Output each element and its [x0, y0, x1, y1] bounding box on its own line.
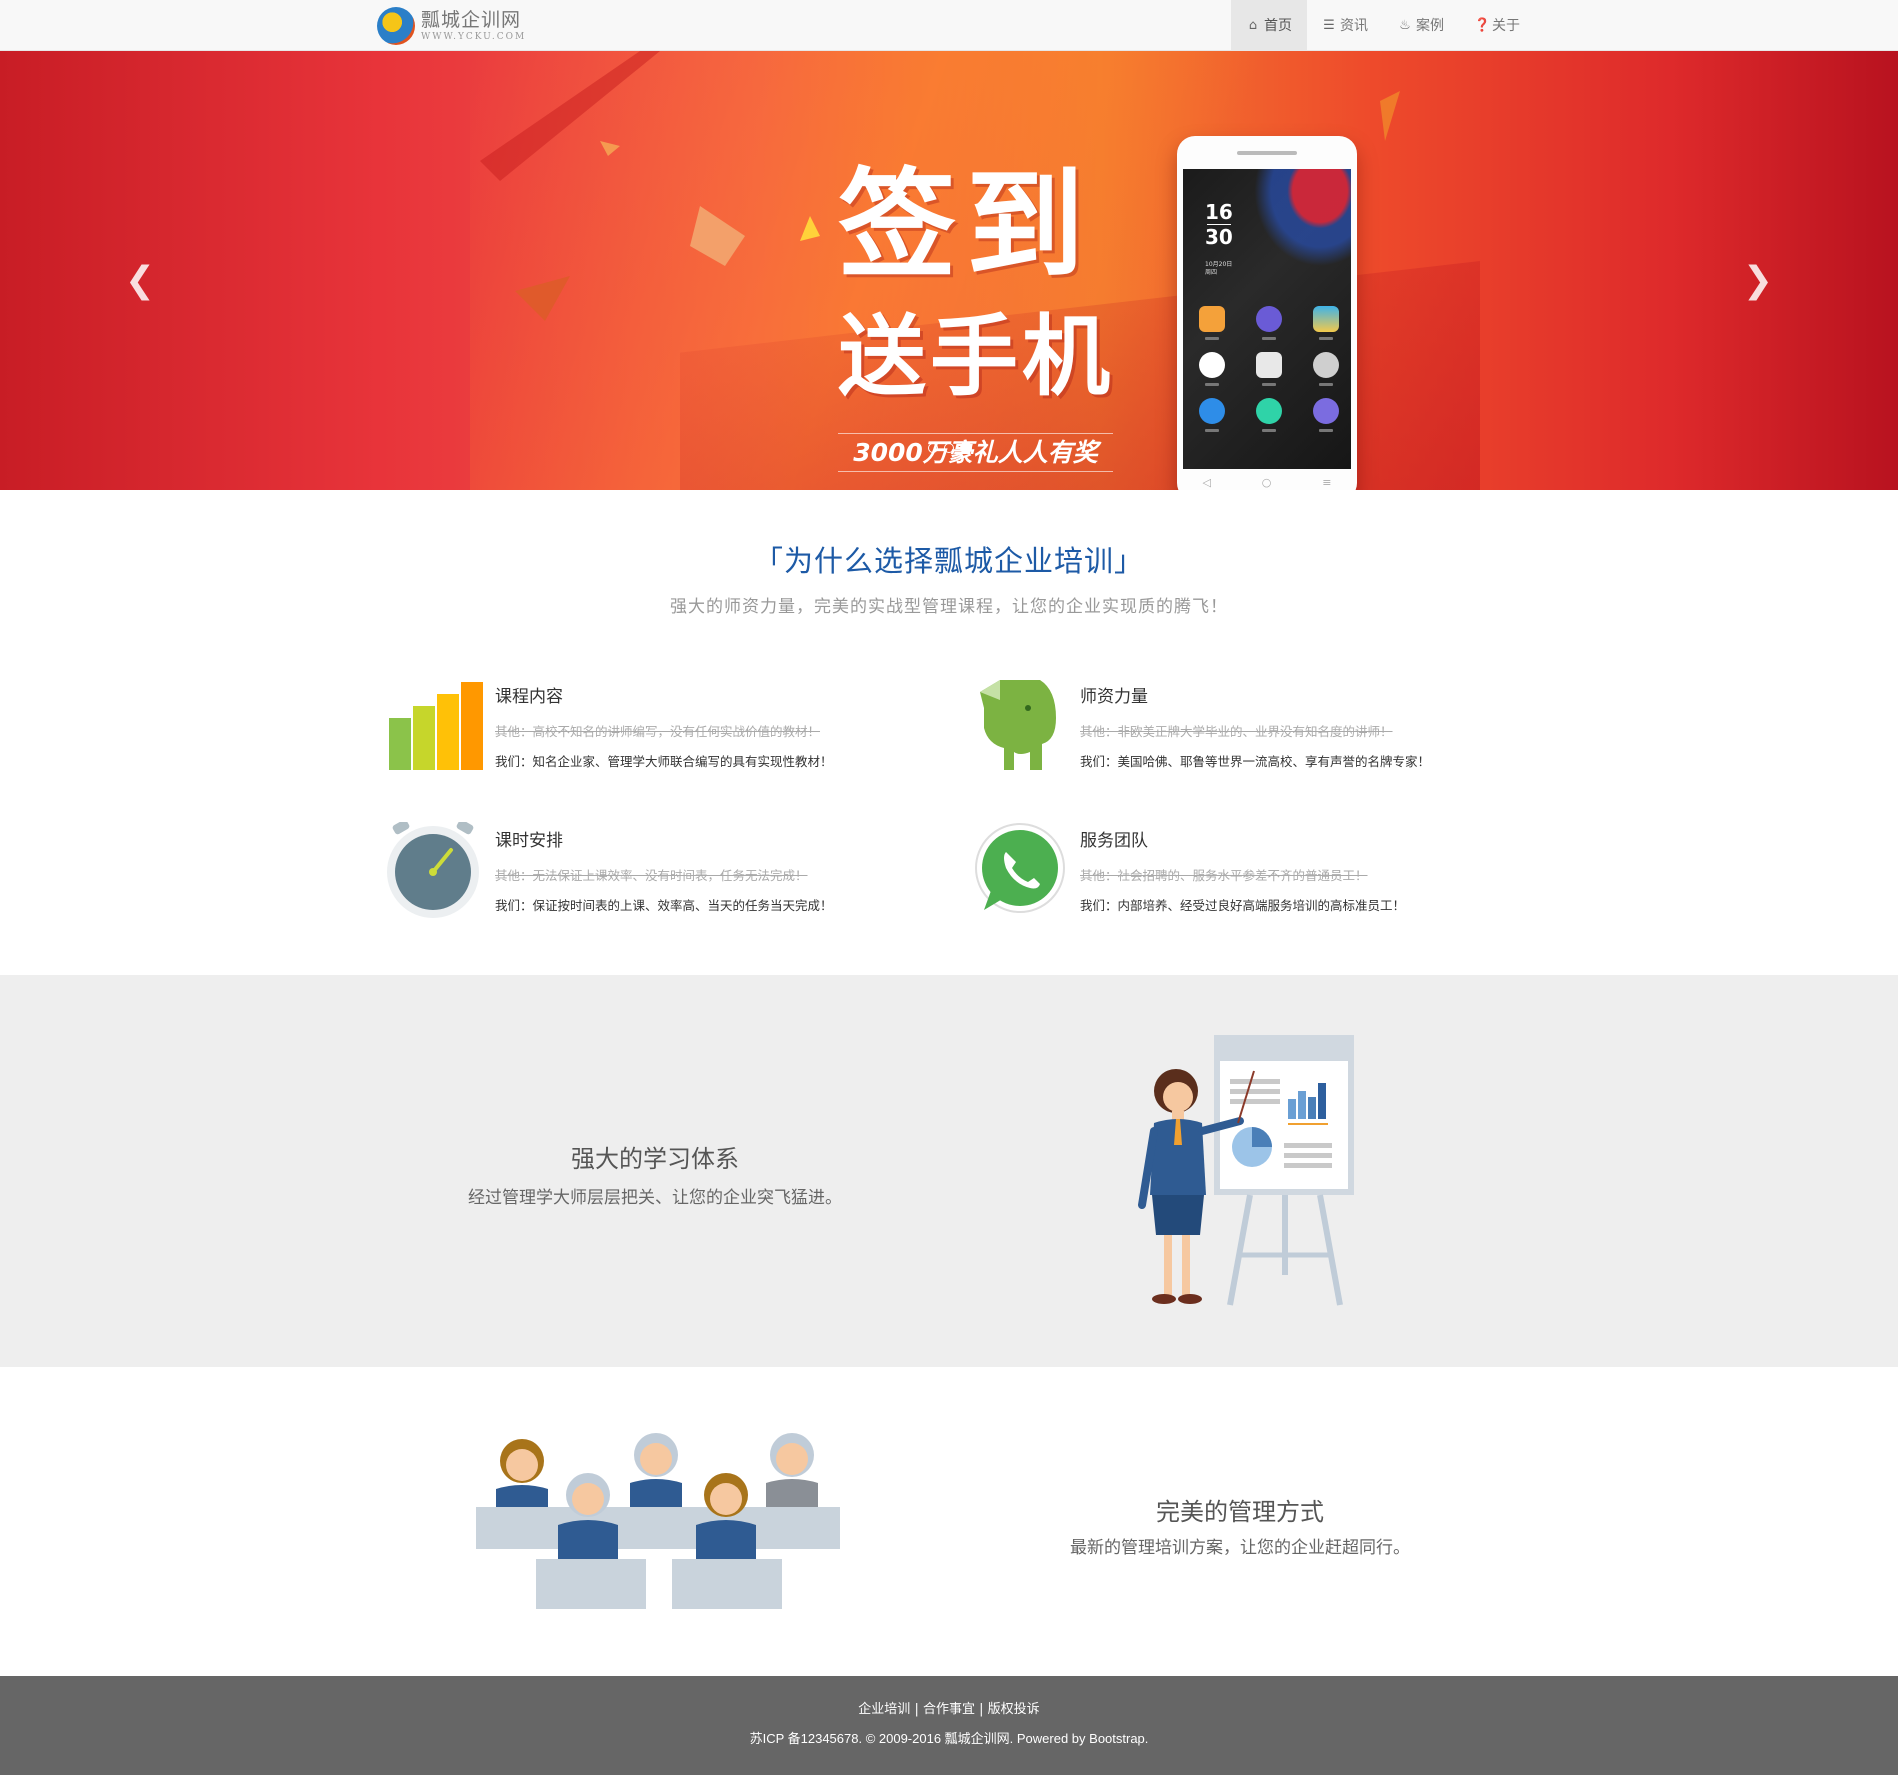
management-subtitle: 最新的管理培训方案，让您的企业赶超同行。 — [1070, 1538, 1410, 1558]
home-icon: ⌂ — [1248, 17, 1258, 33]
desk-front-right — [672, 1559, 782, 1609]
desk-front-left — [536, 1559, 646, 1609]
phone-illustration: 16 30 10月20日 周四 ◁ ○ ≡ — [1177, 136, 1357, 490]
agent-back-right — [766, 1433, 818, 1515]
list-icon: ☰ — [1323, 17, 1335, 33]
nav-item-cases[interactable]: ♨ 案例 — [1383, 0, 1459, 50]
app-grid — [1199, 306, 1339, 432]
feature-ours-text: 我们：美国哈佛、耶鲁等世界一流高校、享有声誉的名牌专家！ — [1080, 754, 1431, 769]
why-section-title: 「为什么选择瓢城企业培训」 — [753, 544, 1144, 578]
stopwatch-icon — [387, 822, 479, 918]
question-circle-icon: ❓ — [1474, 17, 1491, 33]
hero-carousel: ❮ ❯ 签到 送手机 3000万豪礼人人有奖 16 30 10月20日 周四 ◁… — [0, 51, 1898, 490]
brand-subtitle: WWW.YCKU.COM — [421, 31, 527, 42]
browser-app-icon — [1313, 398, 1339, 432]
phone-clock-minute: 30 — [1205, 225, 1233, 249]
feature-title: 师资力量 — [1080, 687, 1148, 707]
footer-link-training[interactable]: 企业培训 — [858, 1702, 910, 1717]
clock-app-icon — [1199, 352, 1225, 386]
feature-others-text: 其他：社会招聘的、服务水平参差不齐的普通员工！ — [1080, 868, 1368, 883]
gallery-app-icon — [1313, 306, 1339, 340]
phone-app-icon — [1199, 398, 1225, 432]
navbar: 瓢城企训网 WWW.YCKU.COM ⌂ 首页 ☰ 资讯 ♨ 案例 ❓ 关于 — [0, 0, 1898, 51]
brand-logo-icon — [377, 7, 415, 45]
chevron-left-icon: ❮ — [124, 260, 156, 301]
phone-date: 10月20日 周四 — [1205, 261, 1232, 278]
footer: 企业培训 | 合作事宜 | 版权投诉 苏ICP 备12345678. © 200… — [0, 1676, 1898, 1775]
nav-item-label: 案例 — [1416, 18, 1444, 34]
learning-system-subtitle: 经过管理学大师层层把关、让您的企业突飞猛进。 — [468, 1188, 842, 1208]
nav-item-label: 关于 — [1492, 18, 1520, 34]
footer-links: 企业培训 | 合作事宜 | 版权投诉 — [0, 1698, 1898, 1717]
home-button-icon: ○ — [1261, 476, 1272, 489]
phone-weekday: 周四 — [1205, 269, 1218, 277]
phone-clock-hour: 16 — [1205, 200, 1233, 224]
feature-others-text: 其他：无法保证上课效率、没有时间表，任务无法完成！ — [495, 868, 808, 883]
feature-others-text: 其他：非欧美正牌大学毕业的、业界没有知名度的讲师！ — [1080, 724, 1393, 739]
nav-item-news[interactable]: ☰ 资讯 — [1307, 0, 1383, 50]
learning-system-title: 强大的学习体系 — [571, 1145, 739, 1173]
main-nav: ⌂ 首页 ☰ 资讯 ♨ 案例 ❓ 关于 — [1231, 0, 1535, 50]
management-title: 完美的管理方式 — [1156, 1498, 1324, 1526]
feature-others-text: 其他：高校不知名的讲师编写，没有任何实战价值的教材！ — [495, 724, 821, 739]
nav-item-home[interactable]: ⌂ 首页 — [1231, 0, 1307, 50]
carousel-indicator-3[interactable] — [960, 442, 972, 454]
phone-nav-buttons: ◁ ○ ≡ — [1177, 476, 1357, 489]
hero-tagline: 3000万豪礼人人有奖 — [838, 433, 1113, 472]
carousel-prev-button[interactable]: ❮ — [120, 251, 160, 311]
nav-item-label: 资讯 — [1340, 18, 1368, 34]
phone-date-line: 10月20日 — [1205, 261, 1233, 268]
feature-teachers: 师资力量 其他：非欧美正牌大学毕业的、业界没有知名度的讲师！ 我们：美国哈佛、耶… — [970, 678, 1530, 788]
footer-separator: | — [979, 1702, 984, 1717]
brand[interactable]: 瓢城企训网 WWW.YCKU.COM — [377, 6, 526, 46]
phone-screen: 16 30 10月20日 周四 — [1183, 169, 1351, 469]
elephant-icon — [980, 680, 1056, 770]
brand-text: 瓢城企训网 WWW.YCKU.COM — [421, 8, 527, 42]
feature-ours-text: 我们：知名企业家、管理学大师联合编写的具有实现性教材！ — [495, 754, 833, 769]
footer-separator: | — [914, 1702, 919, 1717]
weather-app-icon — [1199, 306, 1225, 340]
presenter-illustration — [1138, 1035, 1354, 1306]
messages-app-icon — [1256, 398, 1282, 432]
nav-item-label: 首页 — [1264, 18, 1292, 34]
feature-ours-text: 我们：保证按时间表的上课、效率高、当天的任务当天完成！ — [495, 898, 833, 913]
why-section-subtitle: 强大的师资力量，完美的实战型管理课程，让您的企业实现质的腾飞！ — [670, 597, 1228, 617]
settings-app-icon — [1313, 352, 1339, 386]
carousel-next-button[interactable]: ❯ — [1738, 251, 1778, 311]
phone-chat-icon — [975, 823, 1065, 913]
back-icon: ◁ — [1202, 476, 1211, 489]
support-team-illustration — [476, 1433, 840, 1609]
hero-subheadline: 送手机 — [838, 305, 1115, 408]
learning-system-section: 强大的学习体系 经过管理学大师层层把关、让您的企业突飞猛进。 — [0, 975, 1898, 1367]
footer-link-copyright-complaint[interactable]: 版权投诉 — [988, 1702, 1040, 1717]
nav-item-about[interactable]: ❓ 关于 — [1459, 0, 1535, 50]
chevron-right-icon: ❯ — [1742, 260, 1774, 301]
camera-app-icon — [1256, 352, 1282, 386]
carousel-indicator-2[interactable] — [944, 443, 954, 453]
feature-course-content: 课程内容 其他：高校不知名的讲师编写，没有任何实战价值的教材！ 我们：知名企业家… — [385, 678, 945, 788]
carousel-indicator-1[interactable] — [928, 443, 938, 453]
feature-schedule: 课时安排 其他：无法保证上课效率、没有时间表，任务无法完成！ 我们：保证按时间表… — [385, 822, 945, 932]
feather-wallpaper — [1243, 169, 1351, 279]
feature-service-team: 服务团队 其他：社会招聘的、服务水平参差不齐的普通员工！ 我们：内部培养、经受过… — [970, 822, 1530, 932]
feature-title: 服务团队 — [1080, 831, 1148, 851]
feature-ours-text: 我们：内部培养、经受过良好高端服务培训的高标准员工！ — [1080, 898, 1406, 913]
hero-headline: 签到 — [838, 156, 1095, 294]
menu-icon: ≡ — [1322, 476, 1332, 489]
feature-title: 课时安排 — [495, 831, 563, 851]
agent-back-left — [496, 1439, 548, 1515]
calendar-app-icon — [1256, 306, 1282, 340]
footer-copyright: 苏ICP 备12345678. © 2009-2016 瓢城企训网. Power… — [749, 1731, 1149, 1746]
feature-title: 课程内容 — [495, 687, 563, 707]
fire-icon: ♨ — [1399, 17, 1411, 33]
agent-back-middle — [630, 1433, 682, 1515]
brand-title: 瓢城企训网 — [421, 8, 522, 31]
phone-speaker — [1237, 151, 1297, 155]
bar-chart-icon — [389, 682, 483, 770]
desk-back — [476, 1507, 840, 1549]
carousel-indicators — [928, 442, 972, 454]
phone-clock: 16 30 — [1205, 201, 1233, 248]
footer-link-cooperation[interactable]: 合作事宜 — [923, 1702, 975, 1717]
